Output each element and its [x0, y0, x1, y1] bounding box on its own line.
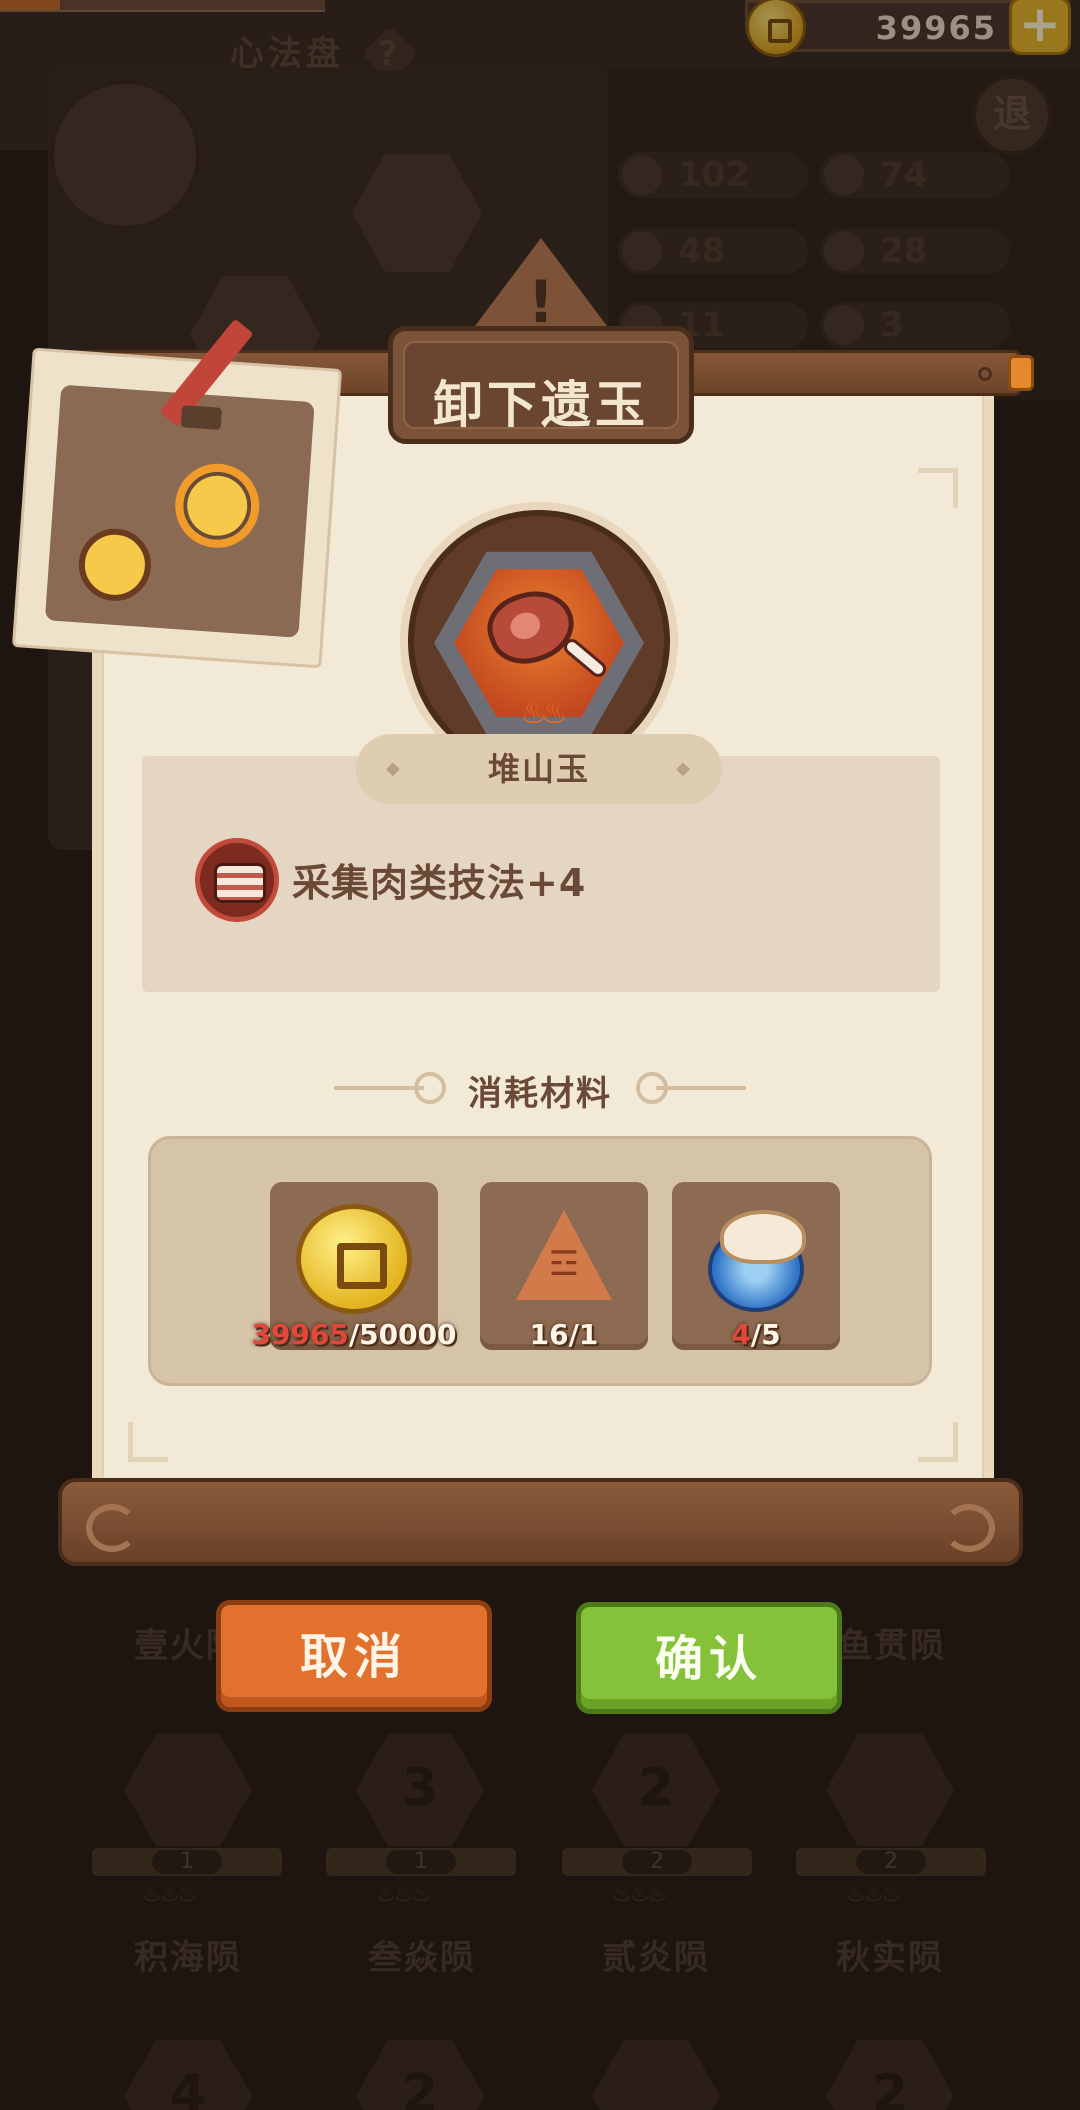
section-label: 消耗材料: [468, 1074, 612, 1114]
material-count: 4/5: [731, 1318, 781, 1351]
title-plaque: 卸下遗玉: [388, 326, 694, 444]
scroll-bottom-roller: [58, 1478, 1023, 1566]
effect-description: 采集肉类技法+4: [292, 861, 587, 905]
dialog-title: 卸下遗玉: [433, 376, 649, 434]
pinned-map-note: [11, 318, 343, 669]
confirm-button[interactable]: 确认: [576, 1602, 842, 1714]
material-count: 16/1: [529, 1318, 599, 1351]
cancel-button[interactable]: 取消: [216, 1600, 492, 1712]
coin-icon: [296, 1204, 412, 1314]
jade-name: 堆山玉: [356, 734, 722, 804]
meat-skill-icon: [195, 838, 279, 922]
flame-icon: ♨♨: [520, 696, 568, 731]
material-count: 39965/50000: [251, 1318, 457, 1351]
